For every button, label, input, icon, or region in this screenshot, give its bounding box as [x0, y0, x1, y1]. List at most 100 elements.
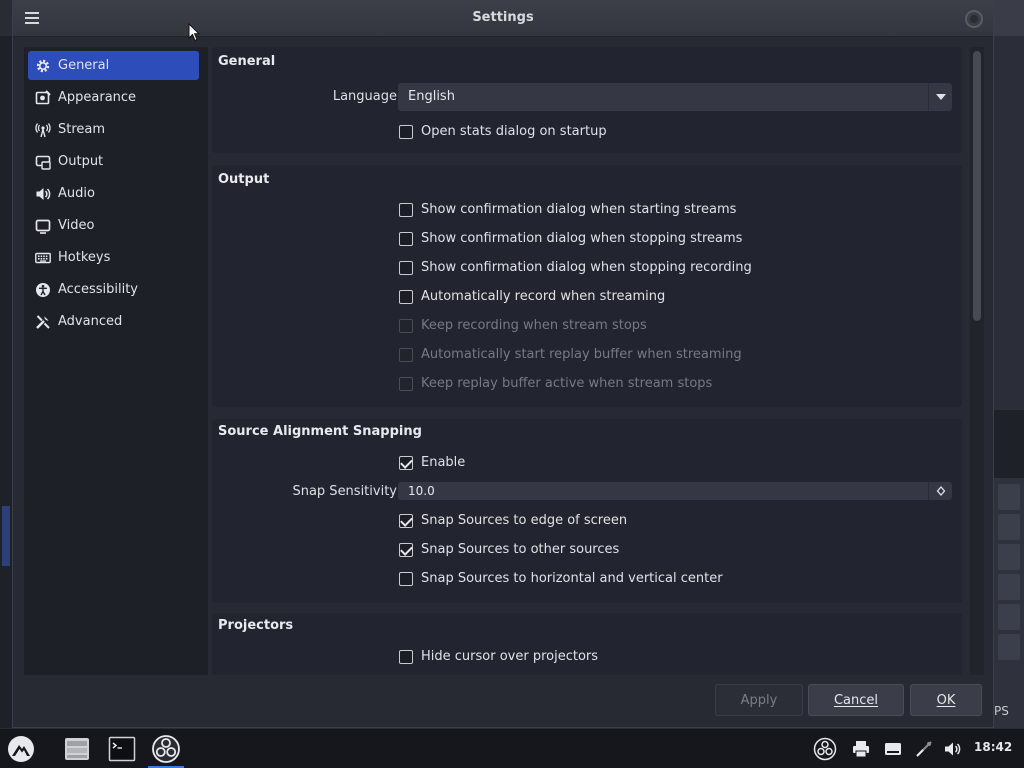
window-title: Settings	[472, 10, 534, 25]
sidebar-item-label: Video	[58, 218, 95, 233]
open-stats-checkbox[interactable]: Open stats dialog on startup	[399, 124, 607, 139]
keep-recording-checkbox: Keep recording when stream stops	[399, 318, 647, 333]
apply-button-label: Apply	[740, 692, 778, 708]
ok-button[interactable]: OK	[910, 684, 982, 716]
checkbox-label: Snap Sources to other sources	[421, 542, 620, 557]
sidebar-item-label: Stream	[58, 122, 106, 137]
checkbox-label: Hide cursor over projectors	[421, 649, 599, 664]
output-icon	[34, 153, 52, 171]
keyboard-icon	[34, 249, 52, 267]
general-section: General Language English Open stats dial…	[212, 47, 962, 153]
sidebar-item-advanced[interactable]: Advanced	[28, 307, 199, 336]
language-select[interactable]: English	[398, 83, 952, 111]
background-partial-text: PS	[994, 704, 1009, 718]
snap-sensitivity-label: Snap Sensitivity	[292, 484, 397, 499]
background-window-edge-right: PS	[994, 0, 1024, 728]
keep-replay-buffer-checkbox: Keep replay buffer active when stream st…	[399, 376, 712, 391]
checkbox-box[interactable]	[399, 513, 413, 528]
checkbox-box[interactable]	[399, 542, 413, 557]
sidebar-item-video[interactable]: Video	[28, 211, 199, 240]
snap-edge-checkbox[interactable]: Snap Sources to edge of screen	[399, 513, 627, 528]
confirm-stop-recording-checkbox[interactable]: Show confirmation dialog when stopping r…	[399, 260, 752, 275]
section-title: General	[218, 54, 276, 69]
checkbox-box[interactable]	[399, 289, 413, 304]
sidebar-item-general[interactable]: General	[28, 51, 199, 80]
sidebar-item-accessibility[interactable]: Accessibility	[28, 275, 199, 304]
section-title: Source Alignment Snapping	[218, 424, 422, 439]
confirm-stop-stream-checkbox[interactable]: Show confirmation dialog when stopping s…	[399, 231, 742, 246]
sidebar-item-label: Hotkeys	[58, 250, 111, 265]
checkbox-box[interactable]	[399, 455, 413, 470]
cancel-button[interactable]: Cancel	[808, 684, 904, 716]
cancel-button-label: Cancel	[833, 692, 879, 708]
taskbar: 18:42	[0, 728, 1024, 768]
apply-button[interactable]: Apply	[715, 684, 803, 716]
snapping-section: Source Alignment Snapping Enable Snap Se…	[212, 419, 962, 603]
sidebar-item-audio[interactable]: Audio	[28, 179, 199, 208]
accessibility-icon	[34, 281, 52, 299]
sidebar-item-label: Audio	[58, 186, 95, 201]
sidebar-item-hotkeys[interactable]: Hotkeys	[28, 243, 199, 272]
sidebar-item-label: Output	[58, 154, 104, 169]
sidebar-item-label: Advanced	[58, 314, 123, 329]
sidebar-item-label: Accessibility	[58, 282, 138, 297]
obs-tray-icon[interactable]	[813, 737, 837, 761]
checkbox-box[interactable]	[399, 260, 413, 275]
obs-icon[interactable]	[148, 731, 184, 768]
sidebar-item-output[interactable]: Output	[28, 147, 199, 176]
checkbox-label: Snap Sources to horizontal and vertical …	[421, 571, 723, 586]
language-label: Language	[332, 89, 397, 104]
sidebar-item-label: General	[58, 58, 110, 73]
file-manager-icon[interactable]	[59, 731, 95, 767]
spinner-arrows-icon[interactable]	[928, 482, 952, 500]
keyboard-layout-icon[interactable]	[881, 737, 905, 761]
sidebar-item-label: Appearance	[58, 90, 137, 105]
gear-icon	[34, 57, 52, 75]
network-icon[interactable]	[912, 737, 936, 761]
snapping-enable-checkbox[interactable]: Enable	[399, 455, 465, 470]
checkbox-label: Show confirmation dialog when stopping r…	[421, 260, 752, 275]
checkbox-box[interactable]	[399, 202, 413, 217]
output-section: Output Show confirmation dialog when sta…	[212, 165, 962, 407]
title-bar: Settings	[13, 1, 993, 37]
mouse-cursor-icon	[188, 23, 200, 42]
checkbox-label: Snap Sources to edge of screen	[421, 513, 628, 528]
content-scrollbar[interactable]	[970, 47, 984, 675]
snap-sensitivity-value: 10.0	[408, 484, 435, 498]
checkbox-label: Enable	[421, 455, 466, 470]
auto-replay-buffer-checkbox: Automatically start replay buffer when s…	[399, 347, 742, 362]
antenna-icon	[34, 121, 52, 139]
ok-button-label: OK	[936, 692, 956, 708]
projectors-section: Projectors Hide cursor over projectors	[212, 613, 962, 675]
snap-center-checkbox[interactable]: Snap Sources to horizontal and vertical …	[399, 571, 723, 586]
clock[interactable]: 18:42	[974, 740, 1012, 754]
settings-content: General Language English Open stats dial…	[212, 47, 962, 675]
snap-sources-checkbox[interactable]: Snap Sources to other sources	[399, 542, 619, 557]
auto-record-checkbox[interactable]: Automatically record when streaming	[399, 289, 665, 304]
tools-icon	[34, 313, 52, 331]
snap-sensitivity-input[interactable]: 10.0	[398, 482, 952, 500]
app-launcher-icon[interactable]	[3, 731, 39, 767]
sidebar-item-stream[interactable]: Stream	[28, 115, 199, 144]
chevron-down-icon[interactable]	[928, 83, 952, 111]
checkbox-box[interactable]	[399, 231, 413, 246]
hide-cursor-projectors-checkbox[interactable]: Hide cursor over projectors	[399, 649, 598, 664]
terminal-icon[interactable]	[104, 731, 140, 767]
sidebar-item-appearance[interactable]: Appearance	[28, 83, 199, 112]
checkbox-box	[399, 347, 413, 362]
appearance-icon	[34, 89, 52, 107]
language-value: English	[408, 89, 455, 104]
minimize-button[interactable]	[965, 10, 983, 28]
checkbox-box	[399, 376, 413, 391]
checkbox-box[interactable]	[399, 571, 413, 586]
checkbox-label: Show confirmation dialog when stopping s…	[421, 231, 743, 246]
checkbox-box[interactable]	[399, 649, 413, 664]
checkbox-label: Automatically start replay buffer when s…	[421, 347, 742, 362]
checkbox-box[interactable]	[399, 124, 413, 139]
scrollbar-thumb[interactable]	[973, 51, 981, 321]
confirm-start-stream-checkbox[interactable]: Show confirmation dialog when starting s…	[399, 202, 736, 217]
monitor-icon	[34, 217, 52, 235]
printer-icon[interactable]	[849, 737, 873, 761]
settings-sidebar: General Appearance Stream Output Audio V…	[24, 47, 208, 675]
volume-icon[interactable]	[941, 737, 965, 761]
